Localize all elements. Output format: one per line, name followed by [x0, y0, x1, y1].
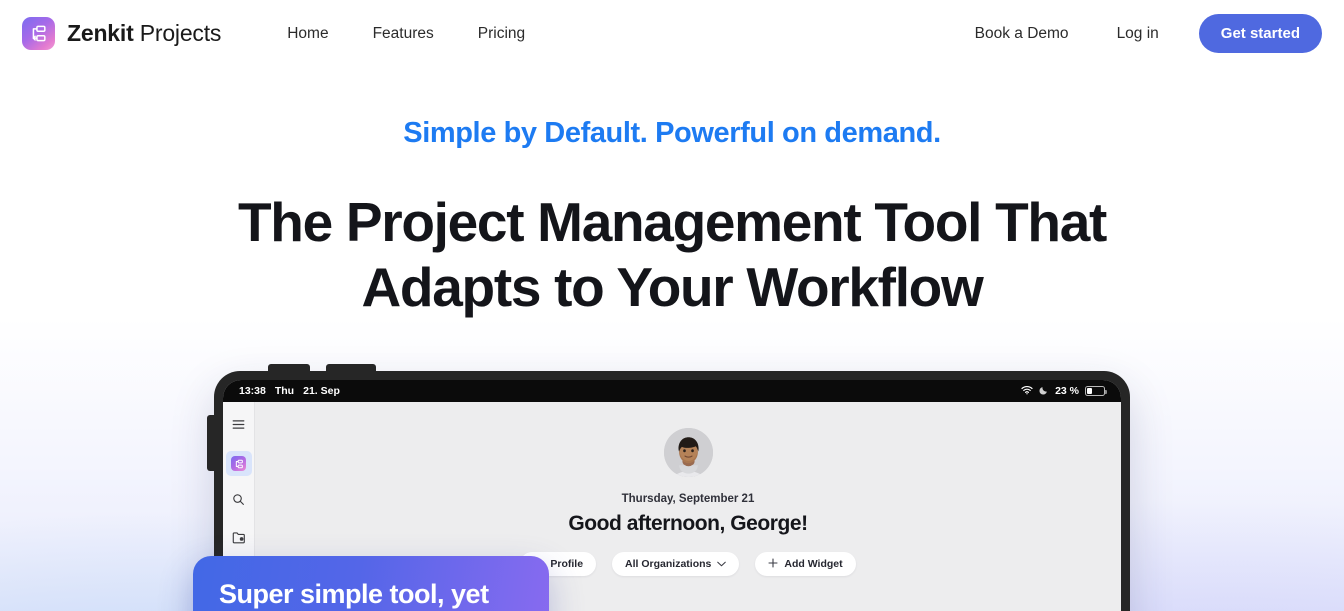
profile-button-label: Profile [550, 558, 584, 571]
hero-title-line-2: Adapts to Your Workflow [361, 255, 984, 318]
brand-logo-link[interactable]: Zenkit Projects [22, 17, 221, 50]
add-widget-button[interactable]: Add Widget [755, 552, 856, 577]
search-icon [232, 493, 245, 511]
page-root: Zenkit Projects Home Features Pricing Bo… [0, 0, 1344, 611]
avatar-illustration [663, 428, 713, 478]
page-title: The Project Management Tool That Adapts … [212, 190, 1132, 319]
product-mockup-section: 13:38 Thu 21. Sep 23 % Thursday, Septemb… [0, 364, 1344, 611]
sidebar-item-zenkit[interactable] [225, 451, 252, 477]
sidebar-item-archive[interactable] [226, 527, 252, 552]
nav-link-book-a-demo[interactable]: Book a Demo [951, 15, 1093, 53]
tablet-top-button-right [326, 364, 376, 374]
organizations-dropdown-label: All Organizations [625, 558, 712, 571]
brand-name: Zenkit Projects [67, 20, 221, 47]
nav-link-log-in[interactable]: Log in [1093, 15, 1183, 53]
zenkit-logo-icon [231, 456, 246, 472]
status-bar-date: 21. Sep [303, 385, 340, 398]
status-bar-battery-percent: 23 % [1055, 385, 1079, 398]
hero-title-line-1: The Project Management Tool That [237, 191, 1107, 254]
tablet-top-button-left [268, 364, 310, 374]
avatar[interactable] [663, 428, 713, 478]
hero-eyebrow: Simple by Default. Powerful on demand. [403, 117, 941, 149]
zenkit-flow-icon [22, 17, 55, 50]
moon-icon [1039, 385, 1049, 398]
tablet-side-button [207, 415, 215, 472]
nav-link-pricing[interactable]: Pricing [456, 15, 547, 53]
testimonial-card: Super simple tool, yet [193, 556, 549, 611]
primary-navigation: Home Features Pricing [265, 15, 547, 53]
folder-archive-icon [232, 531, 246, 549]
nav-link-home[interactable]: Home [265, 15, 350, 53]
secondary-navigation: Book a Demo Log in Get started [951, 14, 1322, 53]
status-bar-right: 23 % [1021, 385, 1107, 398]
chevron-down-icon [717, 558, 727, 570]
app-current-date: Thursday, September 21 [621, 493, 755, 506]
testimonial-text: Super simple tool, yet [219, 579, 489, 610]
hero-section: Simple by Default. Powerful on demand. T… [0, 67, 1344, 319]
get-started-button[interactable]: Get started [1198, 14, 1322, 53]
sidebar-item-search[interactable] [226, 489, 252, 514]
plus-icon [768, 557, 778, 571]
device-status-bar: 13:38 Thu 21. Sep 23 % [223, 380, 1121, 403]
status-bar-time: 13:38 [239, 385, 266, 398]
hamburger-menu-icon [232, 417, 245, 435]
status-bar-day: Thu [274, 385, 295, 398]
sidebar-menu-button[interactable] [226, 413, 252, 438]
wifi-icon [1021, 385, 1033, 398]
nav-link-features[interactable]: Features [351, 15, 456, 53]
status-bar-left: 13:38 Thu 21. Sep [239, 385, 340, 397]
app-greeting: Good afternoon, George! [568, 512, 808, 536]
battery-icon [1085, 386, 1107, 397]
app-toolbar: Profile All Organizations Add Widget [520, 552, 856, 577]
add-widget-button-label: Add Widget [784, 558, 843, 571]
site-header: Zenkit Projects Home Features Pricing Bo… [0, 0, 1344, 67]
organizations-dropdown[interactable]: All Organizations [612, 552, 740, 577]
brand-name-bold: Zenkit [67, 20, 134, 46]
brand-name-regular: Projects [139, 20, 222, 46]
